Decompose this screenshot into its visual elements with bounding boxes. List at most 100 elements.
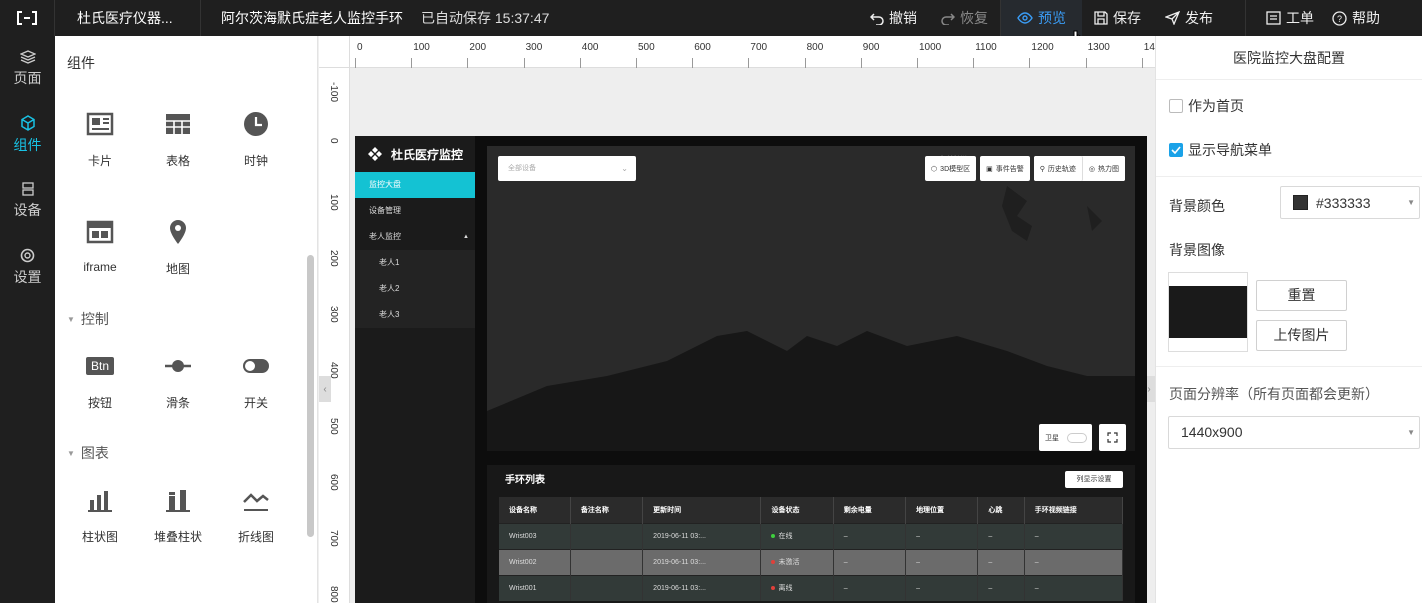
model3d-button[interactable]: ⬡ 3D模型区 xyxy=(925,156,977,181)
status-text: 离线 xyxy=(778,585,793,593)
component-slider[interactable]: 滑条 xyxy=(139,332,217,440)
bg-color-value: #333333 xyxy=(1316,194,1371,211)
map-view[interactable]: 全部设备⌄ 大洋洲 ⬡3D模型区 ▣事件告警 ⚲历史轨迹 ◎热力图 卫星 xyxy=(487,146,1135,451)
ruler-tick-label: 1200 xyxy=(1031,42,1054,53)
map-landmass xyxy=(487,186,1135,451)
table-cell-time: 2019-06-11 03:... xyxy=(642,522,762,549)
menu-elder-2[interactable]: 老人2 xyxy=(355,276,475,302)
status-text: 在线 xyxy=(778,533,793,540)
table-row[interactable]: Wrist002 2019-06-11 03:... 未激活 – – – – xyxy=(499,548,1124,575)
component-bar-chart[interactable]: 柱状图 xyxy=(61,466,139,574)
table-header-cell[interactable]: 设备状态 xyxy=(760,497,834,523)
component-button[interactable]: Btn 按钮 xyxy=(61,332,139,440)
table-header-cell[interactable]: 更新时间 xyxy=(642,497,762,523)
ruler-tick-label: 1400 xyxy=(1143,42,1155,53)
component-card[interactable]: 卡片 xyxy=(61,90,139,198)
menu-dashboard[interactable]: 监控大盘 xyxy=(355,172,475,198)
ruler-vertical: -100 0 100 200 300 400 500 600 700 800 xyxy=(319,68,350,603)
component-map-label: 地图 xyxy=(165,262,190,276)
help-button[interactable]: ? 帮助 xyxy=(1324,0,1388,36)
collapse-left-handle[interactable]: ‹ xyxy=(319,376,331,402)
publish-button[interactable]: 发布 xyxy=(1153,0,1225,36)
menu-devices[interactable]: 设备管理 xyxy=(355,198,475,224)
table-header-cell[interactable]: 剩余电量 xyxy=(833,497,907,523)
fullscreen-button[interactable] xyxy=(1099,424,1126,451)
status-dot-icon xyxy=(771,560,776,565)
table-cell-video: – xyxy=(1024,522,1124,549)
component-map[interactable]: 地图 xyxy=(139,198,217,306)
nav-devices[interactable]: 设备 xyxy=(0,168,55,234)
component-clock[interactable]: 时钟 xyxy=(217,90,295,198)
autosave-status: 已自动保存 15:37:47 xyxy=(421,10,550,26)
table-cell-name: Wrist002 xyxy=(499,548,571,575)
section-control[interactable]: ▼ 控制 xyxy=(55,306,317,332)
publish-label: 发布 xyxy=(1185,10,1213,26)
table-header-cell[interactable]: 备注名称 xyxy=(570,497,644,523)
nav-settings-label: 设置 xyxy=(13,268,42,285)
component-switch[interactable]: 开关 xyxy=(217,332,295,440)
ruler-corner xyxy=(319,36,350,68)
save-icon xyxy=(1094,11,1108,25)
project-name[interactable]: 杜氏医疗仪器... xyxy=(55,0,201,36)
ruler-tick-label: 100 xyxy=(328,194,339,211)
component-clock-label: 时钟 xyxy=(243,154,268,168)
card-icon xyxy=(86,112,114,136)
bg-color-picker[interactable]: #333333 ▼ xyxy=(1280,186,1420,219)
table-cell-note xyxy=(570,574,644,601)
fullscreen-icon xyxy=(1107,432,1118,443)
component-stacked-bar[interactable]: 堆叠柱状 xyxy=(139,466,217,574)
status-dot-icon xyxy=(771,534,776,539)
component-iframe[interactable]: iframe xyxy=(61,198,139,306)
table-row[interactable]: Wrist001 2019-06-11 03:... 离线 – – – – xyxy=(499,574,1124,601)
table-row[interactable]: Wrist003 2019-06-11 03:... 在线 – – – – xyxy=(499,522,1124,549)
save-button[interactable]: 保存 xyxy=(1082,0,1153,36)
table-header-cell[interactable]: 地理位置 xyxy=(905,497,979,523)
show-nav-row[interactable]: 显示导航菜单 xyxy=(1156,140,1272,160)
alarm-button[interactable]: ▣ 事件告警 xyxy=(980,156,1030,181)
component-card-label: 卡片 xyxy=(87,154,112,168)
menu-elder-3[interactable]: 老人3 xyxy=(355,302,475,328)
components-scrollbar[interactable] xyxy=(307,255,314,537)
cube-icon: ⬡ xyxy=(931,165,938,173)
app-logo[interactable] xyxy=(0,0,55,36)
section-control-label: 控制 xyxy=(80,311,109,327)
table-cell-name: Wrist003 xyxy=(499,522,571,549)
reset-button[interactable]: 重置 xyxy=(1256,280,1347,311)
show-nav-label: 显示导航菜单 xyxy=(1188,142,1272,158)
table-header-cell[interactable]: 心跳 xyxy=(977,497,1025,523)
model3d-label: 3D模型区 xyxy=(940,165,971,173)
menu-elder-1[interactable]: 老人1 xyxy=(355,250,475,276)
ruler-tick-label: 600 xyxy=(328,474,339,491)
component-line-chart[interactable]: 折线图 xyxy=(217,466,295,574)
bg-image-label: 背景图像 xyxy=(1169,242,1225,258)
satellite-toggle[interactable]: 卫星 xyxy=(1039,424,1092,451)
as-home-row[interactable]: 作为首页 xyxy=(1156,96,1244,116)
menu-elder[interactable]: 老人监控 ▲ xyxy=(355,224,475,250)
table-header-cell[interactable]: 手环视频链接 xyxy=(1024,497,1124,523)
table-cell-battery: – xyxy=(833,574,907,601)
track-button[interactable]: ⚲ 历史轨迹 xyxy=(1033,156,1083,181)
components-panel: 组件 卡片 表格 时钟 iframe 地图 ▼ 控制 Btn 按钮 滑条 开关 … xyxy=(55,36,318,603)
dashboard-preview[interactable]: 杜氏医疗监控 监控大盘 设备管理 老人监控 ▲ 老人1 老人2 老人3 全部设备 ⌄… xyxy=(355,136,1147,603)
config-title: 医院监控大盘配置 xyxy=(1156,36,1422,80)
ticket-icon xyxy=(1266,11,1281,25)
heatmap-button[interactable]: ◎ 热力图 xyxy=(1082,156,1125,181)
table-header-cell[interactable]: 设备名称 xyxy=(499,497,571,523)
upload-button[interactable]: 上传图片 xyxy=(1256,320,1347,351)
ticket-button[interactable]: 工单 xyxy=(1246,0,1324,36)
nav-pages[interactable]: 页面 xyxy=(0,36,55,102)
component-table[interactable]: 表格 xyxy=(139,90,217,198)
device-select[interactable]: 全部设备 ⌄ xyxy=(498,156,636,181)
resolution-select[interactable]: 1440x900 ▼ xyxy=(1168,416,1420,449)
column-settings-button[interactable]: 列显示设置 xyxy=(1065,471,1123,488)
section-chart[interactable]: ▼ 图表 xyxy=(55,440,317,466)
dashboard-sidebar: 杜氏医疗监控 监控大盘 设备管理 老人监控 ▲ 老人1 老人2 老人3 xyxy=(355,136,475,603)
nav-settings[interactable]: 设置 xyxy=(0,234,55,300)
redo-button[interactable]: 恢复 xyxy=(929,0,1000,36)
undo-button[interactable]: 撤销 xyxy=(858,0,929,36)
show-nav-checkbox[interactable] xyxy=(1169,143,1183,157)
as-home-checkbox[interactable] xyxy=(1169,99,1183,113)
device-list-title: 手环列表 xyxy=(505,475,545,486)
satellite-switch[interactable] xyxy=(1067,432,1087,443)
nav-components[interactable]: 组件 xyxy=(0,102,55,168)
